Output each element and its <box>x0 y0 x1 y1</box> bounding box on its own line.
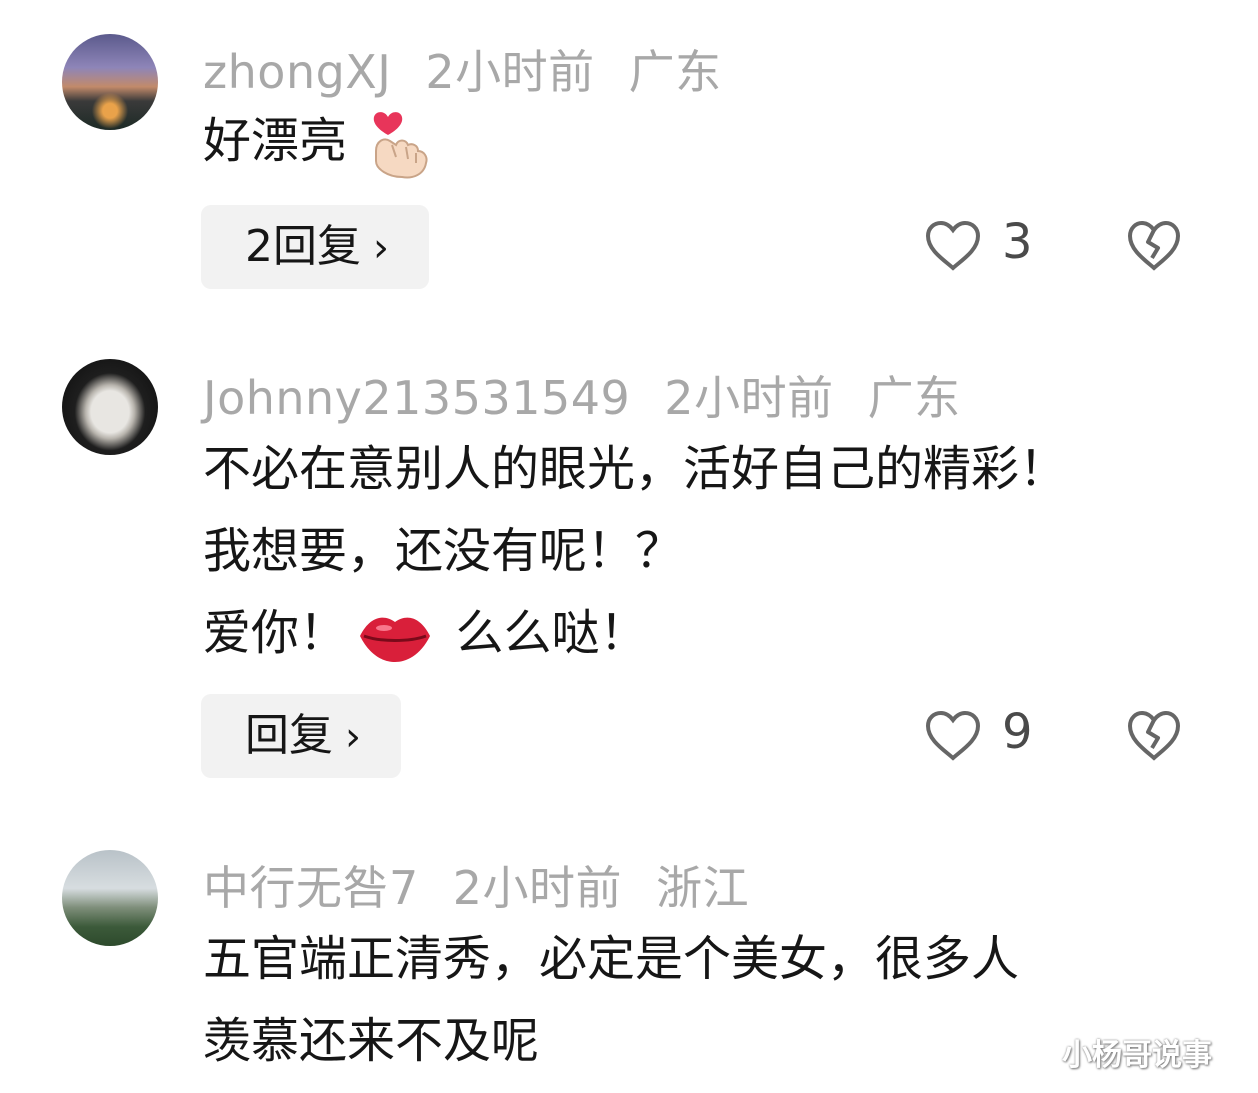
broken-heart-icon[interactable] <box>1126 710 1182 762</box>
comment-meta: zhongXJ 2小时前 广东 <box>203 36 756 102</box>
reply-button[interactable]: 回复 › <box>201 694 401 778</box>
like-count: 9 <box>1002 704 1033 760</box>
avatar[interactable] <box>62 850 158 946</box>
username[interactable]: 中行无咎7 <box>203 861 419 915</box>
comment-text-line: 五官端正清秀，必定是个美女，很多人 <box>203 931 1020 987</box>
chevron-right-icon: › <box>345 714 361 760</box>
comment-meta: Johnny213531549 2小时前 广东 <box>203 362 995 428</box>
comment-text-line: 不必在意别人的眼光，活好自己的精彩！ <box>203 441 1068 497</box>
comment-text: 好漂亮 <box>203 100 440 183</box>
comment-meta: 中行无咎7 2小时前 浙江 <box>203 852 783 918</box>
username[interactable]: zhongXJ <box>203 45 391 99</box>
finger-heart-icon <box>374 112 428 179</box>
like-heart-icon[interactable] <box>924 710 982 762</box>
avatar[interactable] <box>62 34 158 130</box>
timestamp: 2小时前 <box>452 861 623 915</box>
comment-text-line: 爱你！ 么么哒！ <box>203 592 648 674</box>
reply-button[interactable]: 2回复 › <box>201 205 429 289</box>
broken-heart-icon[interactable] <box>1126 220 1182 272</box>
timestamp: 2小时前 <box>425 45 595 99</box>
username[interactable]: Johnny213531549 <box>203 371 630 425</box>
chevron-right-icon: › <box>373 225 389 271</box>
comment-text-line: 我想要，还没有呢！？ <box>203 523 684 579</box>
location: 广东 <box>628 45 722 99</box>
location: 浙江 <box>656 861 750 915</box>
avatar[interactable] <box>62 359 158 455</box>
like-heart-icon[interactable] <box>924 220 982 272</box>
like-count: 3 <box>1002 214 1033 270</box>
kiss-lips-icon <box>360 617 431 662</box>
comment-text-line: 羡慕还来不及呢 <box>203 1013 540 1069</box>
watermark: 小杨哥说事 <box>1062 1038 1212 1073</box>
timestamp: 2小时前 <box>664 371 834 425</box>
location: 广东 <box>867 371 961 425</box>
